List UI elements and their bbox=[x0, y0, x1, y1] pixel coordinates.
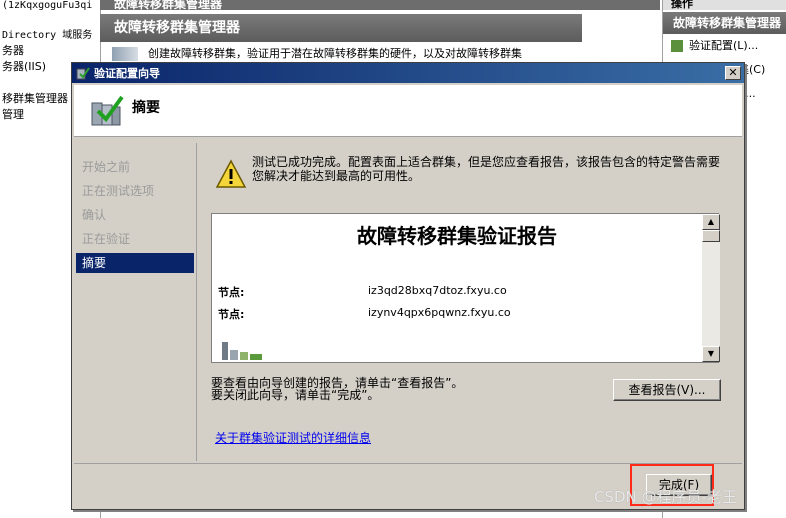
close-icon[interactable]: ✕ bbox=[725, 66, 741, 80]
page-title: 摘要 bbox=[132, 100, 160, 116]
screen: (1zKqxgoguFu3qi Directory 域服务 务器 务器(IIS)… bbox=[0, 0, 786, 518]
details-link[interactable]: 关于群集验证测试的详细信息 bbox=[215, 429, 371, 446]
cluster-icon bbox=[112, 47, 138, 61]
validate-config-wizard: 验证配置向导 ✕ 摘要 开始之前 正在测试选项 确认 正在验证 摘要 测试已成功… bbox=[71, 62, 745, 510]
node-label: 节点: bbox=[218, 286, 245, 299]
tree-item[interactable]: (1zKqxgoguFu3qi bbox=[2, 0, 92, 11]
scroll-up-icon[interactable]: ▲ bbox=[702, 214, 720, 230]
server-status-icon bbox=[222, 342, 262, 360]
tree-item[interactable]: 务器 bbox=[2, 42, 24, 58]
step-before-you-begin[interactable]: 开始之前 bbox=[76, 157, 194, 181]
tree-item[interactable]: Directory 域服务 bbox=[2, 26, 92, 41]
report-preview[interactable]: 故障转移群集验证报告 节点: iz3qd28bxq7dtoz.fxyu.co 节… bbox=[211, 213, 720, 363]
node-label: 节点: bbox=[218, 308, 245, 321]
step-testing-options[interactable]: 正在测试选项 bbox=[76, 181, 194, 205]
step-confirmation[interactable]: 确认 bbox=[76, 205, 194, 229]
wizard-steps: 开始之前 正在测试选项 确认 正在验证 摘要 bbox=[76, 157, 194, 467]
center-pane-title: 故障转移群集管理器 bbox=[100, 14, 582, 42]
validate-icon bbox=[671, 40, 683, 52]
hint-text: 要查看由向导创建的报告，请单击“查看报告”。 要关闭此向导，请单击“完成”。 bbox=[211, 377, 611, 401]
dialog-header: 摘要 bbox=[74, 85, 742, 137]
dialog-title: 验证配置向导 bbox=[94, 67, 160, 80]
wizard-icon bbox=[76, 67, 90, 80]
hint-finish: 要关闭此向导，请单击“完成”。 bbox=[211, 388, 380, 402]
step-validating[interactable]: 正在验证 bbox=[76, 229, 194, 253]
report-title: 故障转移群集验证报告 bbox=[357, 224, 557, 248]
scroll-thumb[interactable] bbox=[702, 230, 720, 242]
result-warning-text: 测试已成功完成。配置表面上适合群集，但是您应查看报告，该报告包含的特定警告需要您… bbox=[252, 155, 721, 183]
tree-item[interactable]: 管理 bbox=[2, 106, 24, 122]
warning-icon bbox=[215, 159, 247, 188]
scroll-down-icon[interactable]: ▼ bbox=[702, 346, 720, 362]
dialog-title-bar[interactable]: 验证配置向导 ✕ bbox=[72, 63, 744, 83]
action-validate-config[interactable]: 验证配置(L)... bbox=[663, 34, 786, 58]
console-title-bar: 故障转移群集管理器 bbox=[100, 0, 660, 10]
watermark-text: CSDN @程序员-老王 bbox=[594, 488, 737, 506]
actions-header: 操作 bbox=[663, 0, 786, 10]
tree-item[interactable]: 移群集管理器 bbox=[2, 90, 68, 106]
report-scrollbar[interactable]: ▲ ▼ bbox=[702, 214, 720, 362]
view-report-button[interactable]: 查看报告(V)... bbox=[613, 379, 721, 401]
step-summary[interactable]: 摘要 bbox=[76, 253, 194, 273]
node-name: iz3qd28bxq7dtoz.fxyu.co bbox=[368, 284, 507, 297]
tree-item[interactable]: 务器(IIS) bbox=[2, 58, 46, 74]
validate-checkmark-icon bbox=[91, 95, 124, 126]
summary-content: 测试已成功完成。配置表面上适合群集，但是您应查看报告，该报告包含的特定警告需要您… bbox=[196, 143, 744, 461]
node-name: izynv4qpx6pqwnz.fxyu.co bbox=[368, 306, 511, 319]
actions-panel-title[interactable]: 故障转移群集管理器 bbox=[663, 12, 786, 34]
